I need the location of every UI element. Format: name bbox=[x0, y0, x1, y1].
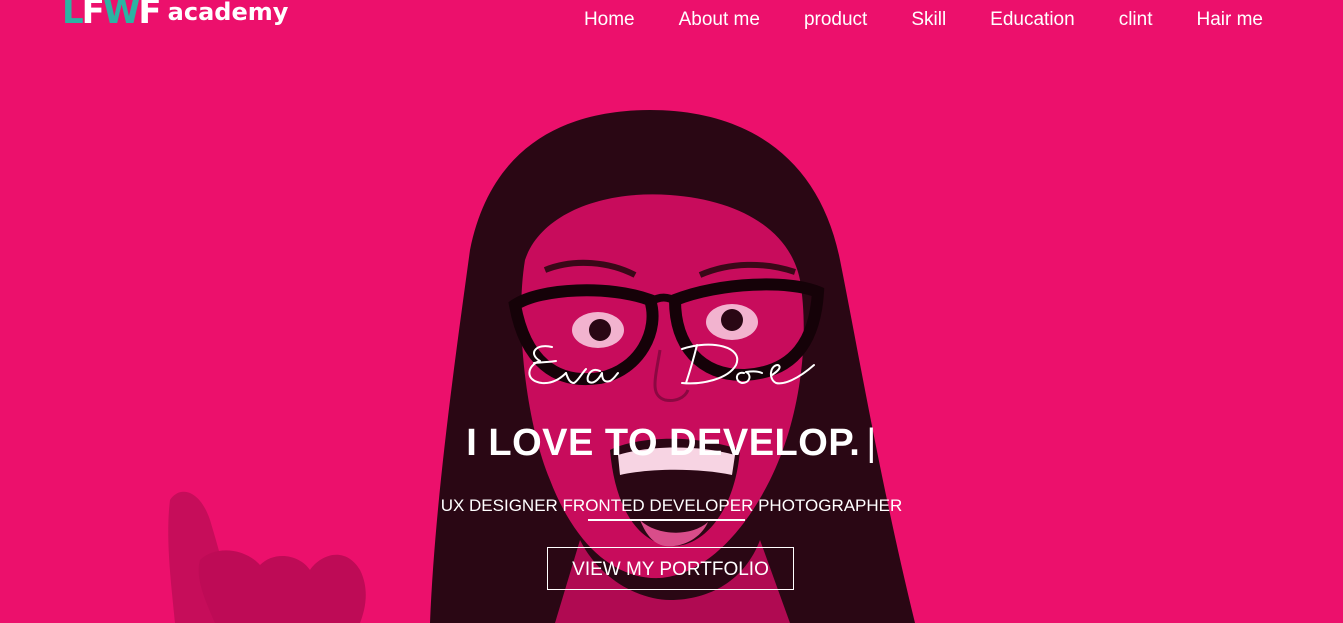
headline-text: I LOVE TO DEVELOP. bbox=[466, 422, 861, 464]
nav-item-hair-me[interactable]: Hair me bbox=[1174, 8, 1285, 32]
logo-letter: W bbox=[102, 0, 140, 32]
logo-mark: L F W F bbox=[62, 0, 162, 32]
nav-item-skill[interactable]: Skill bbox=[889, 8, 968, 32]
nav-item-home[interactable]: Home bbox=[562, 8, 657, 32]
logo[interactable]: L F W F academy bbox=[62, 0, 288, 32]
hero-headline: I LOVE TO DEVELOP. | bbox=[0, 420, 1343, 466]
view-portfolio-button[interactable]: VIEW MY PORTFOLIO bbox=[547, 547, 794, 590]
nav-item-about-me[interactable]: About me bbox=[657, 8, 782, 32]
typing-cursor: | bbox=[866, 422, 877, 464]
signature-image bbox=[528, 343, 815, 385]
nav-item-clint[interactable]: clint bbox=[1097, 8, 1175, 32]
roles-underline bbox=[588, 519, 745, 521]
logo-letter: L bbox=[62, 0, 84, 32]
nav-item-education[interactable]: Education bbox=[968, 8, 1097, 32]
logo-text: academy bbox=[167, 0, 289, 26]
hero-roles: UX DESIGNER FRONTED DEVELOPER PHOTOGRAPH… bbox=[440, 496, 903, 515]
nav-item-product[interactable]: product bbox=[782, 8, 889, 32]
hero-portrait-image bbox=[168, 110, 915, 623]
logo-letter: F bbox=[138, 0, 161, 32]
main-nav: Home About me product Skill Education cl… bbox=[562, 8, 1285, 32]
logo-letter: F bbox=[81, 0, 105, 32]
